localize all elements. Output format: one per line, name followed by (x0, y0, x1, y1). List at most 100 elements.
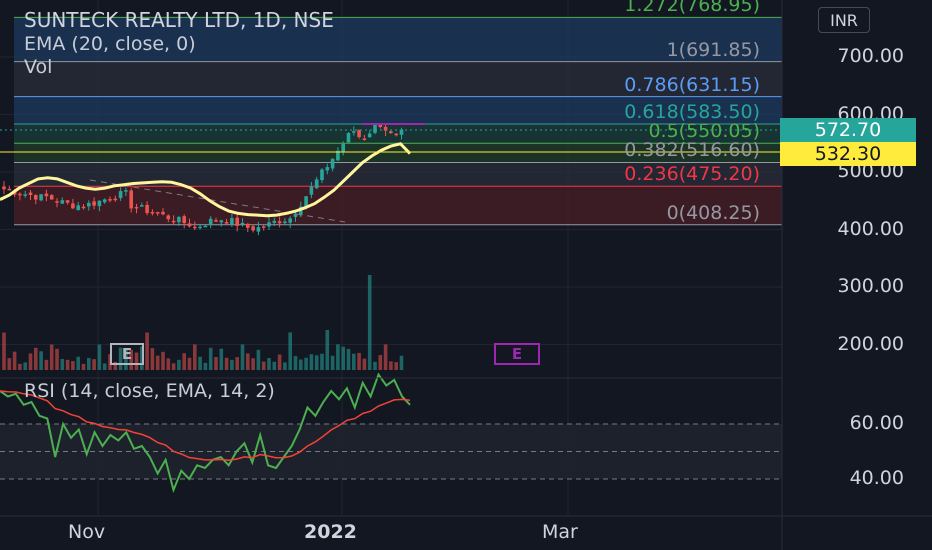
candle (161, 211, 165, 215)
chart-title: SUNTECK REALTY LTD, 1D, NSE (24, 8, 334, 32)
candle (251, 226, 255, 231)
candle (320, 169, 324, 181)
volume-bar (383, 344, 388, 370)
candle (389, 131, 393, 134)
volume-bar (2, 332, 6, 370)
rsi-tick-label: 60.00 (849, 412, 904, 434)
chart-canvas[interactable] (0, 0, 932, 550)
candle (92, 201, 96, 206)
candle (283, 221, 287, 224)
fib-level-label: 0.236(475.20) (624, 163, 760, 186)
volume-bar (39, 351, 43, 370)
volume-bar (399, 355, 404, 370)
last-price-tag: 572.70 (780, 118, 916, 142)
candle (166, 215, 171, 220)
candle (113, 198, 118, 201)
volume-bar (171, 363, 176, 370)
candle (7, 188, 12, 191)
candle (240, 222, 245, 225)
candle (230, 218, 234, 225)
candle (150, 212, 155, 214)
candle (134, 206, 139, 209)
volume-bar (224, 357, 229, 370)
candle (246, 223, 250, 228)
candle (28, 192, 33, 195)
fib-level-label: 1(691.85) (666, 38, 760, 61)
volume-bar (373, 361, 377, 370)
candle (171, 220, 176, 223)
volume-bar (230, 359, 234, 370)
candle (256, 227, 261, 232)
volume-bar (304, 357, 308, 370)
volume-bar (277, 354, 282, 370)
candle (235, 217, 239, 226)
volume-bar (81, 363, 86, 370)
volume-bar (161, 351, 165, 370)
volume-bar (309, 354, 314, 370)
candle (261, 226, 266, 228)
candle (145, 204, 149, 214)
candle (23, 194, 27, 196)
volume-bar (102, 363, 107, 370)
volume-bar (145, 332, 149, 370)
candle (357, 129, 361, 137)
earnings-badge-upcoming[interactable]: E (494, 343, 540, 365)
volume-bar (7, 358, 12, 370)
price-tick-label: 700.00 (837, 45, 904, 67)
candle (309, 186, 314, 195)
volume-legend[interactable]: Vol (24, 56, 52, 78)
volume-bar (182, 353, 186, 370)
volume-bar (18, 363, 22, 370)
volume-bar (272, 361, 277, 370)
volume-bar (352, 353, 356, 370)
candle (34, 195, 38, 200)
volume-bar (288, 332, 292, 370)
candle (39, 194, 43, 201)
candle (155, 212, 160, 214)
volume-bar (346, 348, 351, 370)
volume-bar (150, 348, 155, 370)
candle (341, 143, 345, 152)
volume-bar (235, 357, 239, 370)
currency-button[interactable]: INR (818, 7, 870, 33)
volume-bar (155, 355, 160, 370)
volume-bar (394, 362, 398, 370)
volume-bar (240, 344, 245, 370)
candle (267, 222, 271, 227)
volume-bar (208, 347, 213, 370)
candle (87, 202, 91, 207)
candle (102, 199, 107, 203)
volume-bar (97, 344, 102, 370)
candle (18, 193, 22, 196)
rsi-legend[interactable]: RSI (14, close, EMA, 14, 2) (24, 380, 275, 402)
candle (203, 225, 208, 228)
price-tick-label: 400.00 (837, 217, 904, 240)
candle (140, 205, 144, 207)
candle (352, 131, 356, 133)
price-tick-label: 200.00 (837, 332, 904, 355)
candle (97, 200, 102, 207)
volume-bar (362, 358, 367, 370)
volume-bar (34, 347, 38, 370)
candle (182, 216, 186, 224)
volume-bar (246, 353, 250, 370)
volume-bar (214, 356, 218, 370)
fib-level-label: 0.786(631.15) (624, 73, 760, 96)
candle (81, 206, 86, 209)
volume-bar (283, 362, 287, 370)
volume-bar (293, 356, 298, 370)
candle (44, 193, 49, 197)
volume-bar (76, 356, 80, 370)
time-tick-label: Nov (68, 521, 106, 543)
volume-bar (44, 359, 49, 370)
candle (187, 223, 192, 227)
candle (394, 133, 398, 136)
ema-legend[interactable]: EMA (20, close, 0) (24, 33, 196, 55)
volume-bar (341, 346, 345, 370)
volume-bar (330, 355, 335, 370)
volume-bar (187, 357, 192, 370)
earnings-badge[interactable]: E (110, 343, 144, 365)
volume-bar (261, 361, 266, 370)
volume-bar (325, 330, 330, 370)
time-tick-label: 2022 (304, 521, 357, 543)
